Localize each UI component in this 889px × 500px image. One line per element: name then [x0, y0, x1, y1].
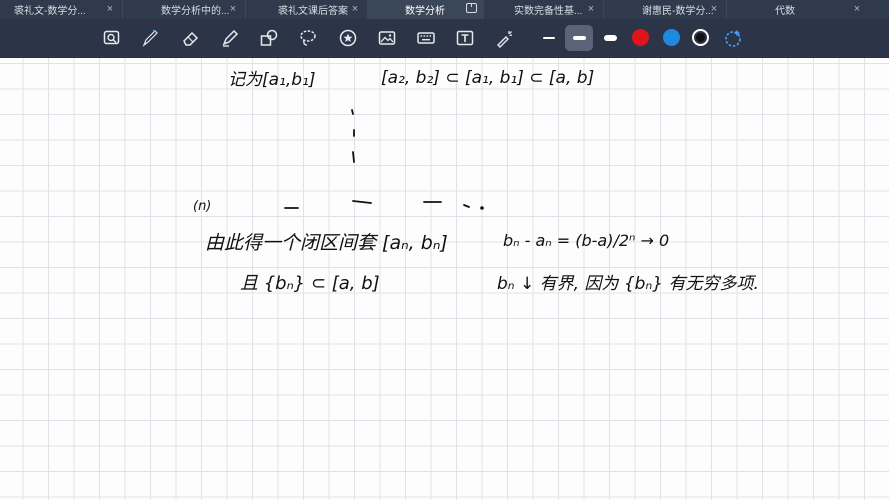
add-color-icon[interactable] [722, 27, 744, 49]
highlighter-icon[interactable] [219, 27, 241, 49]
close-icon[interactable]: × [851, 3, 863, 15]
text-box-icon[interactable] [454, 27, 476, 49]
tab-6[interactable]: 代数 × [727, 0, 889, 19]
tab-label: 代数 [775, 6, 795, 17]
tab-label: 实数完备性基... [514, 6, 583, 17]
lasso-icon[interactable] [297, 27, 319, 49]
close-icon[interactable]: × [708, 3, 720, 15]
tab-label: 数学分析 [405, 6, 445, 17]
stroke-thin-button[interactable] [535, 25, 563, 51]
close-icon[interactable]: × [585, 3, 597, 15]
lasso-zoom-icon[interactable] [101, 27, 123, 49]
note-line3-right: bₙ ↓ 有界, 因为 {bₙ} 有无穷多项. [497, 274, 759, 294]
image-icon[interactable] [376, 27, 398, 49]
tab-0[interactable]: 裘礼文-数学分... × [0, 0, 123, 19]
tab-label: 裘礼文课后答案 [278, 6, 348, 17]
window-icon[interactable] [466, 3, 477, 13]
tab-label: 数学分析中的... [161, 6, 230, 17]
close-icon[interactable]: × [349, 3, 361, 15]
tab-label: 谢惠民-数学分... [642, 6, 714, 17]
ellipsis-vertical [351, 109, 355, 163]
close-icon[interactable]: × [227, 3, 239, 15]
tab-bar: 裘礼文-数学分... × 数学分析中的... × 裘礼文课后答案 × 数学分析 … [0, 0, 889, 19]
tab-2[interactable]: 裘礼文课后答案 × [246, 0, 368, 19]
sticker-icon[interactable] [337, 27, 359, 49]
stroke-thick-button[interactable] [596, 25, 624, 51]
laser-pointer-icon[interactable] [493, 27, 515, 49]
note-line3-left: 且 {bₙ} ⊂ [a, b] [240, 273, 380, 294]
note-line2-left: 由此得一个闭区间套 [aₙ, bₙ] [205, 232, 448, 254]
tab-1[interactable]: 数学分析中的... × [123, 0, 246, 19]
tab-label: 裘礼文-数学分... [14, 6, 86, 17]
tab-4[interactable]: 实数完备性基... × [484, 0, 604, 19]
stroke-medium-button[interactable] [565, 25, 593, 51]
close-icon[interactable]: × [104, 3, 116, 15]
note-page[interactable]: 记为[a₁,b₁] [a₂, b₂] ⊂ [a₁, b₁] ⊂ [a, b] (… [0, 58, 889, 500]
drawing-toolbar [0, 19, 889, 58]
pen-icon[interactable] [139, 27, 161, 49]
keyboard-icon[interactable] [415, 27, 437, 49]
ellipsis-horizontal [284, 200, 484, 210]
note-label-n: (n) [193, 199, 211, 214]
color-red[interactable] [632, 29, 649, 46]
color-blue[interactable] [663, 29, 680, 46]
eraser-icon[interactable] [180, 27, 202, 49]
note-line1-right: [a₂, b₂] ⊂ [a₁, b₁] ⊂ [a, b] [381, 68, 594, 88]
handwriting-layer: 记为[a₁,b₁] [a₂, b₂] ⊂ [a₁, b₁] ⊂ [a, b] (… [193, 68, 759, 294]
color-black-selected[interactable] [692, 29, 709, 46]
note-line1-left: 记为[a₁,b₁] [228, 70, 316, 90]
tab-3-active[interactable]: 数学分析 [368, 0, 484, 19]
shapes-icon[interactable] [258, 27, 280, 49]
tab-5[interactable]: 谢惠民-数学分... × [604, 0, 727, 19]
note-line2-right: bₙ - aₙ = (b-a)/2ⁿ → 0 [503, 231, 669, 250]
